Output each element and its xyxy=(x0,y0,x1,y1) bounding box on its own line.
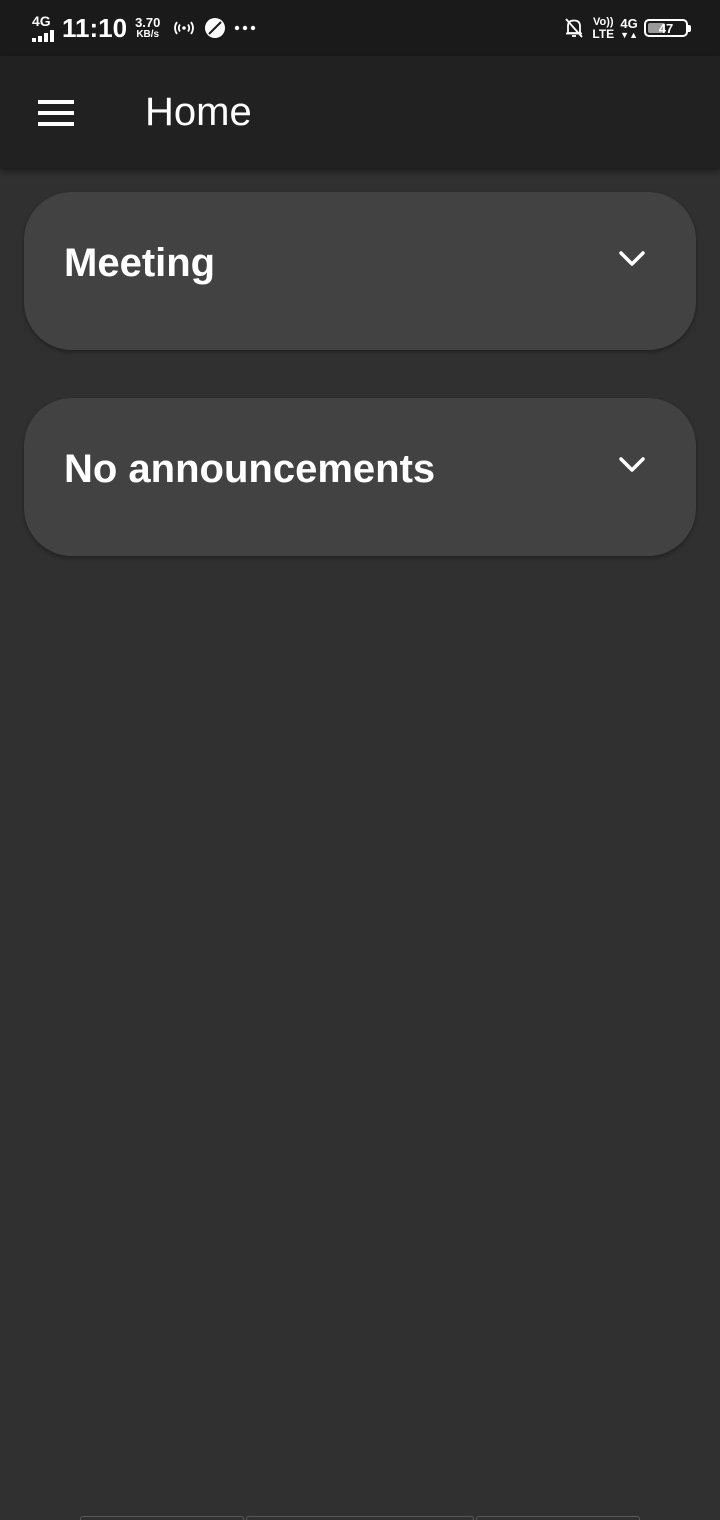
more-dots-icon xyxy=(234,25,256,31)
bottom-nav-tab[interactable] xyxy=(476,1516,640,1520)
data-network-label: 4G xyxy=(620,15,638,31)
bottom-nav-tab[interactable] xyxy=(246,1516,474,1520)
signal-bars-icon xyxy=(32,30,54,42)
bottom-nav-tab[interactable] xyxy=(80,1516,244,1520)
volte-bottom-label: LTE xyxy=(592,26,615,41)
battery-percent: 47 xyxy=(658,20,674,36)
status-bar: 4G 11:10 3.70 KB/s Vo)) LTE 4G ▼▲ 47 xyxy=(0,0,720,56)
volte-indicator: Vo)) LTE xyxy=(592,16,614,41)
network-speed: 3.70 KB/s xyxy=(135,16,160,40)
leaf-app-icon xyxy=(204,17,226,39)
network-speed-unit: KB/s xyxy=(136,29,160,40)
bottom-navigation-edge xyxy=(0,1514,720,1520)
announcements-card-title: No announcements xyxy=(64,447,436,491)
data-activity-arrows-icon: ▼▲ xyxy=(620,29,638,40)
bell-off-icon xyxy=(564,17,584,39)
battery-icon: 47 xyxy=(644,19,691,37)
meeting-card-title: Meeting xyxy=(64,241,216,285)
network-type-label: 4G xyxy=(32,13,51,29)
page-title: Home xyxy=(145,90,252,134)
app-bar: Home xyxy=(0,56,720,168)
network-speed-value: 3.70 xyxy=(135,15,161,30)
announcements-card[interactable]: No announcements xyxy=(24,398,696,556)
meeting-card[interactable]: Meeting xyxy=(24,192,696,350)
hotspot-icon xyxy=(172,18,196,38)
data-network-indicator: 4G ▼▲ xyxy=(620,17,638,40)
chevron-down-icon[interactable] xyxy=(618,250,646,268)
cellular-signal: 4G xyxy=(32,14,54,42)
hamburger-menu-icon[interactable] xyxy=(38,100,74,126)
status-bar-left: 4G 11:10 3.70 KB/s xyxy=(32,13,264,44)
clock: 11:10 xyxy=(62,12,128,43)
chevron-down-icon[interactable] xyxy=(618,456,646,474)
volte-top-label: Vo)) xyxy=(592,15,614,28)
status-bar-right: Vo)) LTE 4G ▼▲ 47 xyxy=(564,16,691,41)
